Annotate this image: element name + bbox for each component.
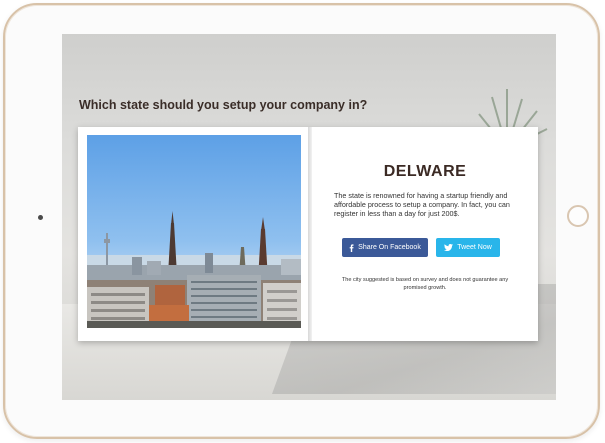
disclaimer-text: The city suggested is based on survey an… [341,277,509,291]
tablet-frame: Which state should you setup your compan… [3,3,600,439]
card-divider [308,127,312,341]
result-card: DELWARE The state is renowned for having… [78,127,538,341]
city-skyline-image [87,135,301,328]
tweet-label: Tweet Now [457,244,492,251]
state-name: DELWARE [383,163,467,180]
twitter-icon [444,244,454,251]
tablet-screen: Which state should you setup your compan… [62,34,556,400]
page-title: Which state should you setup your compan… [79,98,368,112]
tweet-button[interactable]: Tweet Now [436,238,500,257]
share-facebook-button[interactable]: Share On Facebook [342,238,428,257]
facebook-icon [349,243,354,252]
skyline-illustration [87,211,301,328]
home-button[interactable] [567,205,589,227]
share-facebook-label: Share On Facebook [358,244,421,251]
state-description: The state is renowned for having a start… [334,191,510,218]
camera-dot [38,215,43,220]
